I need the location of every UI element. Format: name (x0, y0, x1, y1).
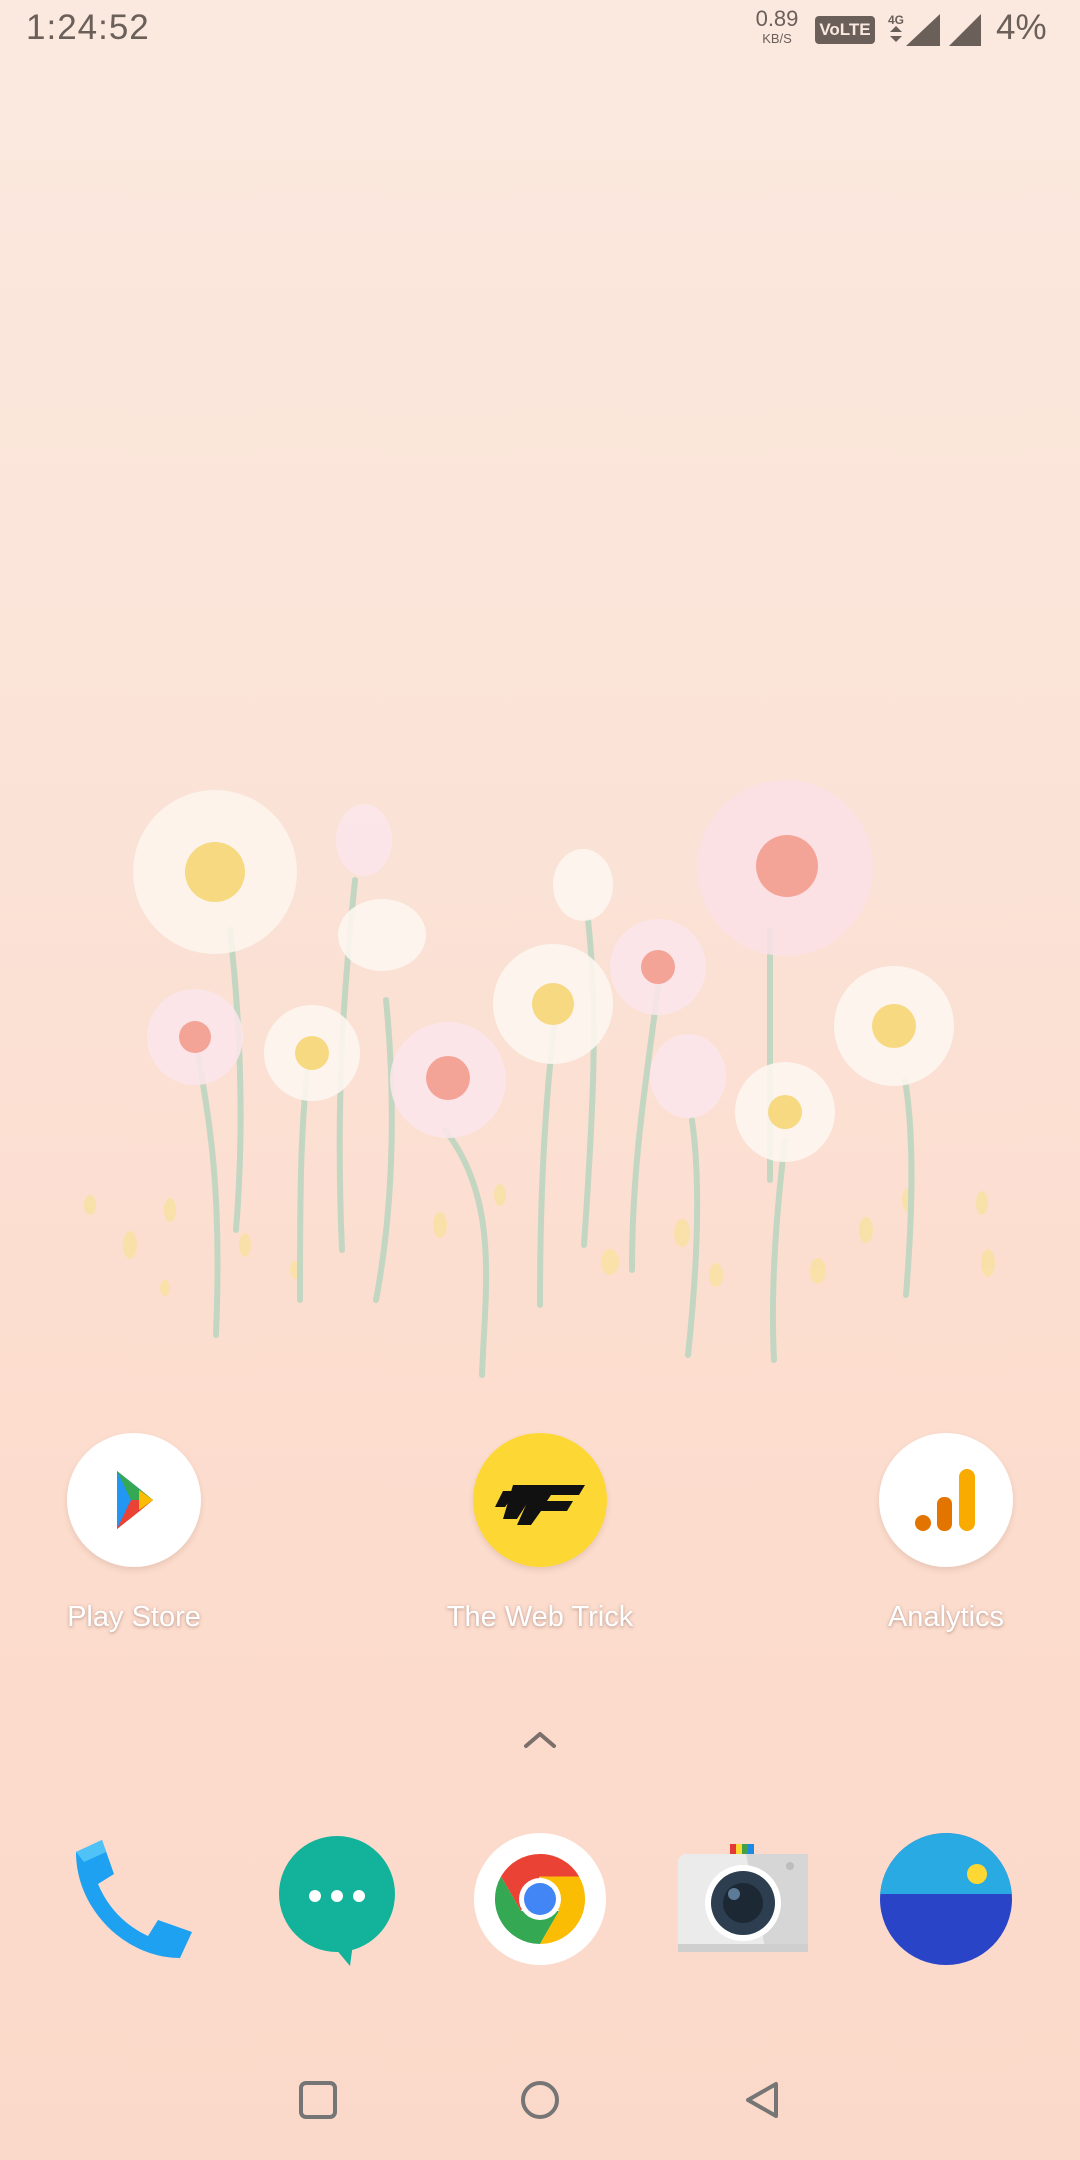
signal-4g-icon: 4G (888, 13, 940, 46)
network-speed-value: 0.89 (755, 6, 799, 31)
messages-icon[interactable] (270, 1832, 404, 1966)
nav-home-circle-icon[interactable] (518, 2078, 562, 2122)
phone-icon[interactable] (66, 1832, 200, 1966)
app-drawer-chevron-up-icon[interactable] (520, 1728, 560, 1752)
network-speed-unit: KB/S (762, 31, 792, 46)
volte-badge: VoLTE (815, 16, 875, 44)
status-bar: 1:24:52 0.89 KB/S VoLTE 4G 4% (0, 0, 1080, 60)
app-label: Analytics (887, 1601, 1005, 1633)
network-type-label: 4G (888, 13, 904, 27)
chrome-icon[interactable] (473, 1832, 607, 1966)
status-time: 1:24:52 (26, 8, 150, 47)
app-play-store[interactable]: Play Store (34, 1433, 234, 1635)
app-analytics[interactable]: Analytics (846, 1433, 1046, 1635)
web-trick-icon (473, 1433, 607, 1567)
camera-icon[interactable] (676, 1832, 810, 1966)
app-the-web-trick[interactable]: The Web Trick (440, 1433, 640, 1635)
network-speed: 0.89 KB/S (752, 6, 802, 46)
signal-icon (949, 14, 981, 46)
gallery-icon[interactable] (879, 1832, 1013, 1966)
analytics-icon (879, 1433, 1013, 1567)
nav-back-triangle-icon[interactable] (740, 2078, 784, 2122)
play-store-icon (67, 1433, 201, 1567)
app-label: The Web Trick (446, 1601, 634, 1633)
battery-level: 4% (996, 8, 1047, 47)
nav-recents-square-icon[interactable] (296, 2078, 340, 2122)
app-label: Play Store (67, 1601, 201, 1633)
wallpaper-flowers (84, 780, 995, 1378)
